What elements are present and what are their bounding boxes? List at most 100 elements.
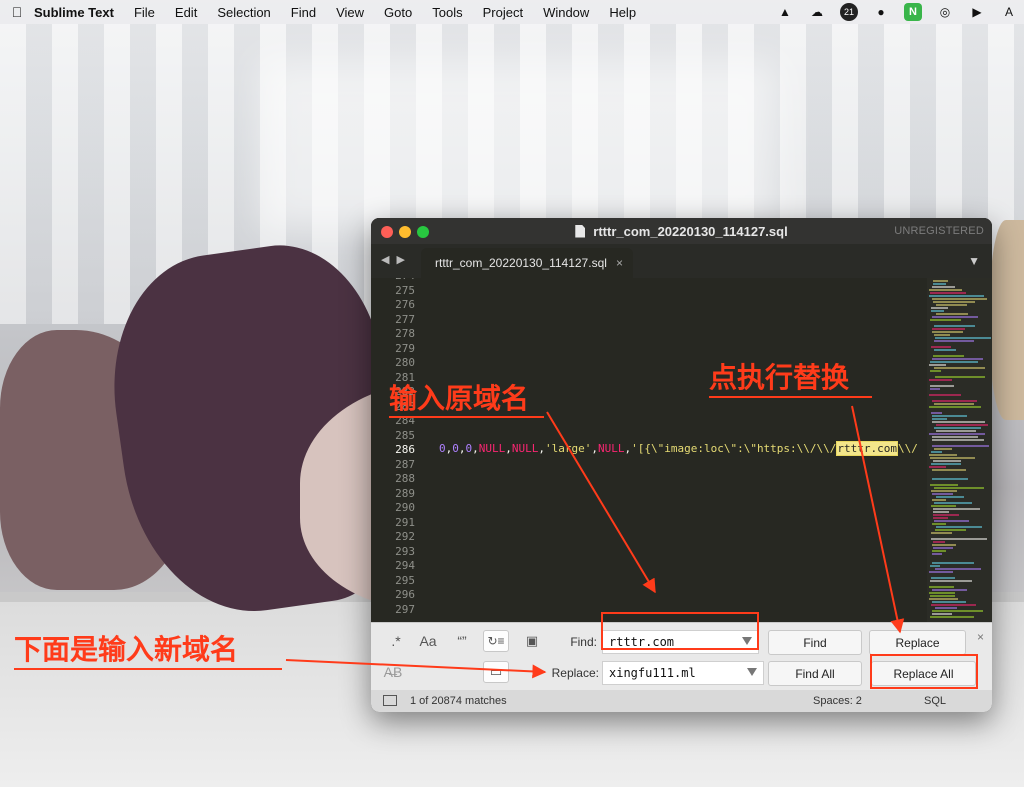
minimap-line <box>932 328 965 330</box>
menu-goto[interactable]: Goto <box>374 5 422 20</box>
minimap-line <box>929 592 955 594</box>
menu-find[interactable]: Find <box>281 5 326 20</box>
minimap-line <box>936 304 967 306</box>
apple-menu-icon[interactable]:  <box>0 4 34 20</box>
line-number: 274 <box>395 278 415 282</box>
code-token: NULL <box>511 442 539 455</box>
menu-app-name[interactable]: Sublime Text <box>34 5 124 20</box>
preserve-case-toggle[interactable]: A̶B <box>380 661 406 683</box>
line-number: 289 <box>395 486 415 500</box>
menu-window[interactable]: Window <box>533 5 599 20</box>
tab-close-icon[interactable]: × <box>616 256 623 270</box>
minimap-line <box>933 511 949 513</box>
minimap-line <box>930 385 954 387</box>
in-selection-toggle[interactable]: ▣ <box>519 630 545 652</box>
calendar-badge-icon[interactable]: 21 <box>840 3 858 21</box>
panel-switcher-icon[interactable] <box>383 695 397 706</box>
minimap-line <box>931 310 944 312</box>
code-line-286[interactable]: 0,0,0,NULL,NULL,'large',NULL,'[{\"image:… <box>439 441 918 456</box>
minimap-line <box>931 505 956 507</box>
minimap-line <box>932 523 946 525</box>
line-number: 292 <box>395 530 415 543</box>
minimap-line <box>935 607 957 609</box>
menu-project[interactable]: Project <box>473 5 533 20</box>
tab-nav-arrows[interactable]: ◀ ▶ <box>381 253 407 266</box>
chat-bubble-icon[interactable]: ● <box>872 3 890 21</box>
wallpaper-light <box>260 60 780 230</box>
replace-input[interactable]: xingfu111.ml <box>602 661 764 685</box>
find-button[interactable]: Find <box>768 630 862 655</box>
annotation-click-replace: 点执行替换 <box>709 361 850 394</box>
minimap-line <box>934 325 975 327</box>
menu-view[interactable]: View <box>326 5 374 20</box>
minimap-line <box>933 280 948 282</box>
find-all-button[interactable]: Find All <box>768 661 862 686</box>
replace-history-dropdown-icon[interactable] <box>747 668 757 676</box>
line-number: 294 <box>395 559 415 572</box>
code-editor[interactable]: 2742752762772782792802812822832842852862… <box>371 278 992 622</box>
syntax-status[interactable]: SQL <box>924 695 946 707</box>
menu-tools[interactable]: Tools <box>422 5 472 20</box>
minimap-line <box>932 478 968 480</box>
code-token: 0 <box>452 442 459 455</box>
minimap-line <box>931 490 957 492</box>
minimap-line <box>933 301 975 303</box>
wallpaper-figure-skirt <box>96 232 414 628</box>
input-source-icon[interactable]: A <box>1000 3 1018 21</box>
minimap-line <box>932 499 946 501</box>
minimap-line <box>931 412 942 414</box>
title-bar: rtttr_com_20220130_114127.sql UNREGISTER… <box>371 218 992 244</box>
tab-dropdown-icon[interactable]: ▼ <box>968 254 980 268</box>
minimap-line <box>930 616 974 618</box>
minimap-line <box>934 334 950 336</box>
code-token: \\/ <box>898 442 918 455</box>
minimap-line <box>936 430 976 432</box>
replace-label: Replace: <box>551 666 599 680</box>
status-bar: 1 of 20874 matches Spaces: 2 SQL <box>371 690 992 712</box>
code-token: , <box>472 442 479 455</box>
menu-file[interactable]: File <box>124 5 165 20</box>
minimap-line <box>931 604 976 606</box>
find-panel-close-icon[interactable]: × <box>977 630 984 644</box>
menu-selection[interactable]: Selection <box>207 5 280 20</box>
line-number: 278 <box>395 327 415 340</box>
play-icon[interactable]: ▶ <box>968 3 986 21</box>
wallpaper-figure-leg <box>0 330 190 590</box>
cloud-icon[interactable]: ☁ <box>808 3 826 21</box>
minimap-line <box>932 469 966 471</box>
line-number: 288 <box>395 472 415 485</box>
minimap-line <box>932 562 974 564</box>
wrap-toggle[interactable]: ↻≡ <box>483 630 509 652</box>
airdrop-icon[interactable]: ◎ <box>936 3 954 21</box>
tab-sql-file[interactable]: rtttr_com_20220130_114127.sql × <box>421 248 633 278</box>
minimap-line <box>929 394 961 396</box>
minimap-line <box>932 421 985 423</box>
code-token: 'large' <box>545 442 592 455</box>
minimap-line <box>930 292 966 294</box>
minimap[interactable] <box>927 278 992 622</box>
minimap-line <box>930 580 972 582</box>
annotation-underline-new <box>14 668 282 670</box>
highlight-matches-toggle[interactable]: ▭ <box>483 661 509 683</box>
replace-button[interactable]: Replace <box>869 630 966 655</box>
menu-help[interactable]: Help <box>599 5 646 20</box>
indentation-status[interactable]: Spaces: 2 <box>813 695 862 707</box>
minimap-line <box>931 307 948 309</box>
minimap-line <box>929 295 984 297</box>
case-sensitive-toggle[interactable]: Aa <box>415 630 441 652</box>
menu-edit[interactable]: Edit <box>165 5 207 20</box>
regex-toggle[interactable]: .* <box>383 630 409 652</box>
match-count: 1 of 20874 matches <box>410 695 507 707</box>
line-number: 293 <box>395 544 415 558</box>
minimap-line <box>929 289 962 291</box>
minimap-line <box>932 331 963 333</box>
tab-label: rtttr_com_20220130_114127.sql <box>435 256 607 270</box>
minimap-line <box>935 568 981 570</box>
minimap-line <box>932 418 947 420</box>
minimap-line <box>930 484 958 486</box>
notification-bell-icon[interactable]: ▲ <box>776 3 794 21</box>
menu-bar:  Sublime Text File Edit Selection Find … <box>0 0 1024 24</box>
whole-word-toggle[interactable]: “” <box>449 630 475 652</box>
note-app-icon[interactable]: N <box>904 3 922 21</box>
minimap-line <box>933 460 961 462</box>
